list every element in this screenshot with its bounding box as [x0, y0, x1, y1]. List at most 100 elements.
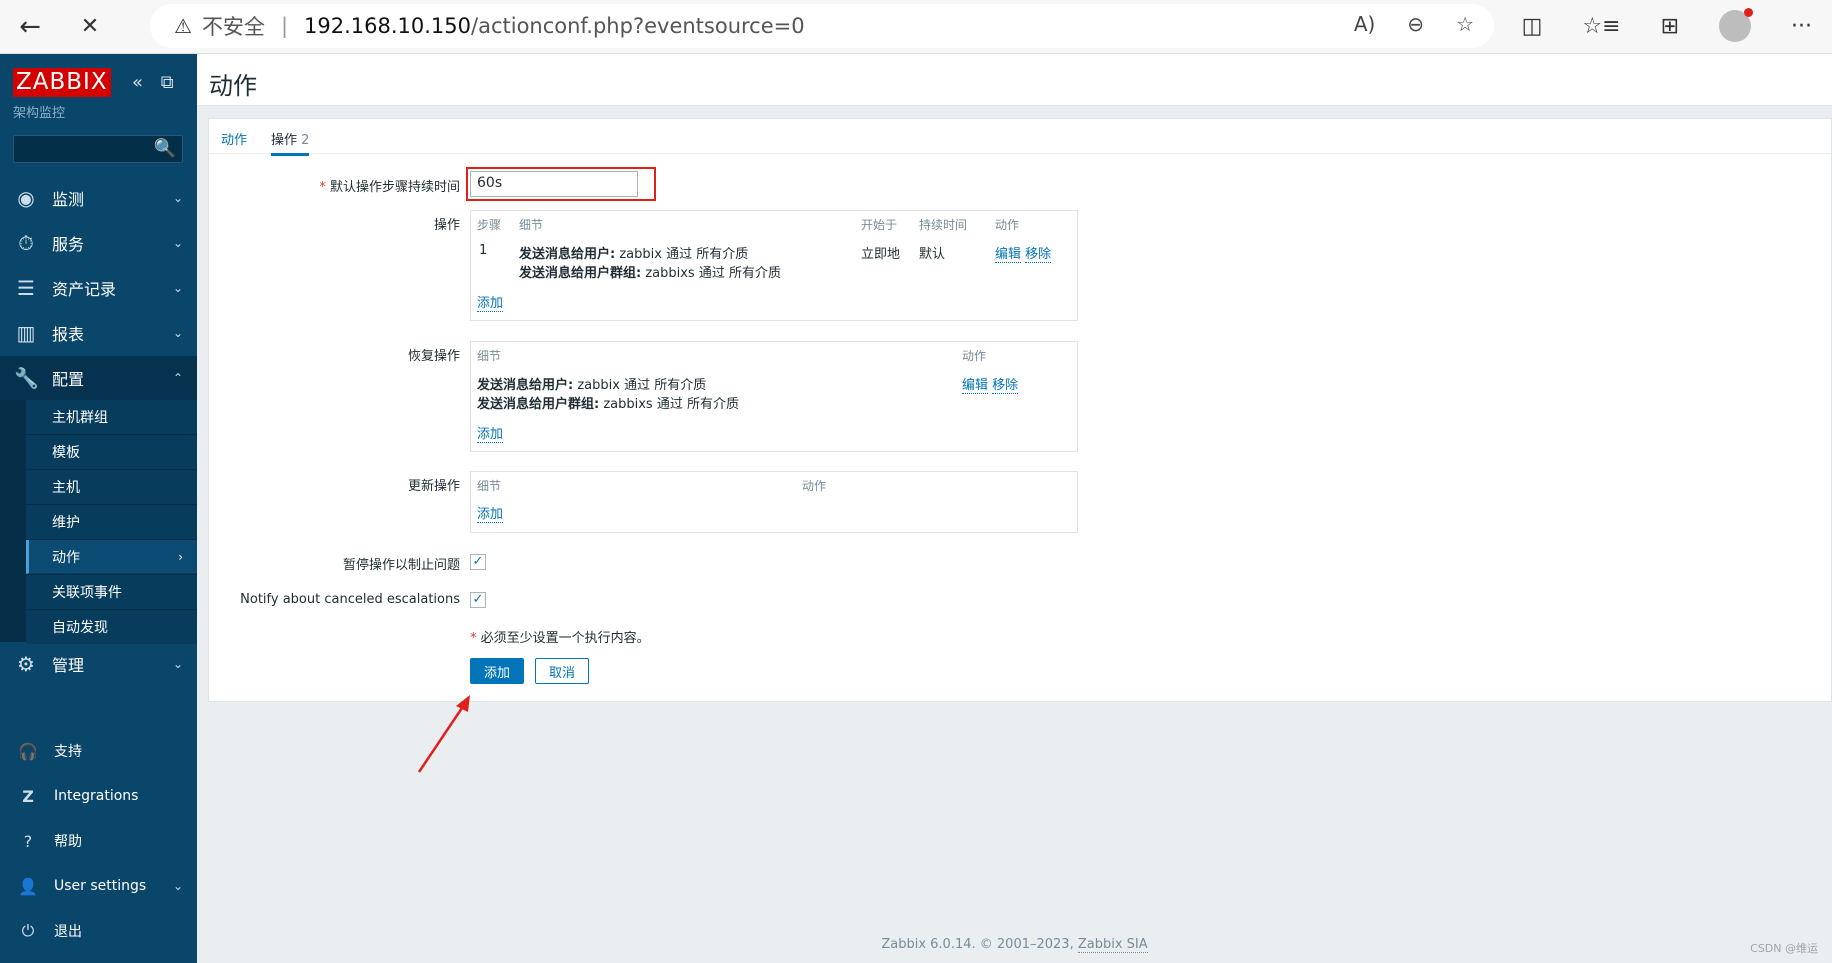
detail-line: 发送消息给用户群组: zabbixs 通过 所有介质	[519, 262, 781, 281]
submenu-event-correlation[interactable]: 关联项事件	[26, 575, 197, 609]
submenu-templates[interactable]: 模板	[26, 435, 197, 469]
zabbix-logo[interactable]: ZABBIX	[13, 68, 111, 97]
split-screen-icon[interactable]: ◫	[1522, 14, 1543, 39]
menu-administration[interactable]: ⚙ 管理 ⌄	[0, 642, 197, 686]
add-recovery-operation-link[interactable]: 添加	[477, 423, 504, 443]
wrench-icon: 🔧	[14, 366, 39, 390]
menu-monitoring[interactable]: ◉ 监测 ⌄	[0, 176, 197, 220]
menu-label: User settings	[54, 878, 147, 894]
tab-action[interactable]: 动作	[221, 129, 247, 148]
menu-user-settings[interactable]: 👤 User settings ⌄	[0, 864, 197, 908]
menu-label: 管理	[52, 656, 85, 675]
chevron-down-icon: ⌄	[172, 657, 183, 671]
submenu-discovery[interactable]: 自动发现	[26, 610, 197, 644]
detail-line: 发送消息给用户群组: zabbixs 通过 所有介质	[477, 393, 739, 412]
sidebar-collapse-icons[interactable]: « ⧉	[132, 72, 180, 93]
more-icon[interactable]: ···	[1791, 14, 1812, 39]
add-update-operation-link[interactable]: 添加	[477, 503, 504, 523]
menu-reports[interactable]: ▥ 报表 ⌄	[0, 311, 197, 355]
column-header: 细节	[519, 218, 544, 232]
column-header: 细节	[477, 349, 502, 363]
submenu-hosts[interactable]: 主机	[26, 470, 197, 504]
menu-support[interactable]: 🎧 支持	[0, 729, 197, 773]
menu-label: 报表	[52, 325, 85, 344]
detail-bold: 发送消息给用户群组:	[477, 397, 600, 412]
insecure-label: 不安全	[201, 15, 265, 39]
step-value: 1	[479, 243, 488, 258]
menu-help[interactable]: ? 帮助	[0, 819, 197, 863]
column-header: 动作	[802, 479, 827, 493]
submenu-actions[interactable]: 动作 ›	[26, 540, 197, 574]
row-actions: 编辑 移除	[995, 243, 1052, 263]
search-icon[interactable]: 🔍	[154, 138, 176, 159]
chevron-down-icon: ⌄	[172, 879, 183, 893]
arrow-annotation	[417, 695, 470, 773]
integrations-icon: Z	[22, 786, 34, 806]
add-operation-link[interactable]: 添加	[477, 292, 504, 312]
submenu-label: 主机	[52, 479, 80, 496]
menu-integrations[interactable]: Z Integrations	[0, 774, 197, 818]
tab-label: 操作	[271, 133, 298, 148]
cancel-button[interactable]: 取消	[535, 658, 589, 684]
required-mark: *	[470, 631, 477, 646]
profile-avatar[interactable]	[1719, 8, 1754, 42]
menu-label: 资产记录	[52, 280, 117, 299]
arrow-line	[417, 701, 468, 773]
sidebar-search-input[interactable]: 🔍	[13, 135, 183, 163]
zoom-icon[interactable]: ⊖	[1407, 12, 1424, 36]
pause-suppressed-checkbox[interactable]: ✓	[470, 554, 486, 570]
eye-icon: ◉	[17, 186, 35, 210]
gear-icon: ⚙	[17, 652, 35, 676]
menu-label: 配置	[52, 370, 85, 389]
remove-link[interactable]: 移除	[1025, 247, 1052, 263]
submenu-label: 模板	[52, 444, 80, 461]
chevron-down-icon: ⌄	[172, 326, 183, 340]
detail-text: zabbix 通过 所有介质	[573, 378, 707, 393]
browser-right-icons: ◫ ☆≡ ⊞ ···	[1522, 8, 1812, 42]
menu-label: 监测	[52, 190, 85, 209]
menu-inventory[interactable]: ☰ 资产记录 ⌄	[0, 266, 197, 310]
requirement-note: * 必须至少设置一个执行内容。	[470, 627, 650, 646]
submenu-maintenance[interactable]: 维护	[26, 505, 197, 539]
favorites-icon[interactable]: ☆≡	[1582, 14, 1620, 39]
menu-configuration[interactable]: 🔧 配置 ⌃	[0, 356, 197, 400]
chevron-up-icon: ⌃	[172, 371, 183, 385]
read-aloud-icon[interactable]: A)	[1354, 12, 1375, 36]
address-bar[interactable]: ⚠ 不安全 | 192.168.10.150/actionconf.php?ev…	[150, 4, 1494, 48]
bar-chart-icon: ▥	[16, 321, 36, 345]
favorite-add-icon[interactable]: ☆	[1456, 12, 1474, 36]
menu-sign-out[interactable]: ⏻ 退出	[0, 909, 197, 953]
note-text: 必须至少设置一个执行内容。	[480, 631, 650, 646]
tab-count: 2	[301, 133, 310, 148]
submenu-host-groups[interactable]: 主机群组	[26, 400, 197, 434]
menu-services[interactable]: ⏱ 服务 ⌄	[0, 221, 197, 265]
highlight-annotation	[466, 167, 656, 201]
page-footer: Zabbix 6.0.14. © 2001–2023, Zabbix SIA	[197, 937, 1832, 953]
column-header: 动作	[962, 349, 987, 363]
submenu-label: 自动发现	[52, 619, 108, 636]
start-value: 立即地	[861, 247, 901, 262]
column-header: 动作	[995, 218, 1020, 232]
collections-icon[interactable]: ⊞	[1661, 14, 1679, 39]
edit-link[interactable]: 编辑	[962, 378, 989, 394]
tab-operations[interactable]: 操作 2	[271, 129, 310, 156]
close-icon[interactable]: ✕	[60, 0, 120, 54]
browser-toolbar: ← ✕ ⚠ 不安全 | 192.168.10.150/actionconf.ph…	[0, 0, 1832, 54]
column-header: 细节	[477, 479, 502, 493]
url-path: /actionconf.php?eventsource=0	[471, 14, 805, 38]
detail-bold: 发送消息给用户:	[519, 247, 616, 262]
edit-link[interactable]: 编辑	[995, 247, 1022, 263]
address-separator: |	[280, 14, 289, 38]
notify-canceled-checkbox[interactable]: ✓	[470, 592, 486, 608]
arrow-head	[456, 695, 470, 712]
remove-link[interactable]: 移除	[992, 378, 1019, 394]
footer-link[interactable]: Zabbix SIA	[1077, 937, 1148, 953]
url-host: 192.168.10.150	[304, 14, 472, 38]
menu-label: 退出	[54, 924, 82, 940]
back-icon[interactable]: ←	[0, 0, 60, 54]
page-header: 动作	[197, 54, 1832, 106]
warning-icon[interactable]: ⚠	[174, 14, 192, 38]
server-name: 架构监控	[13, 106, 66, 121]
url-text[interactable]: 192.168.10.150/actionconf.php?eventsourc…	[304, 14, 805, 38]
label-text: 默认操作步骤持续时间	[329, 180, 460, 195]
